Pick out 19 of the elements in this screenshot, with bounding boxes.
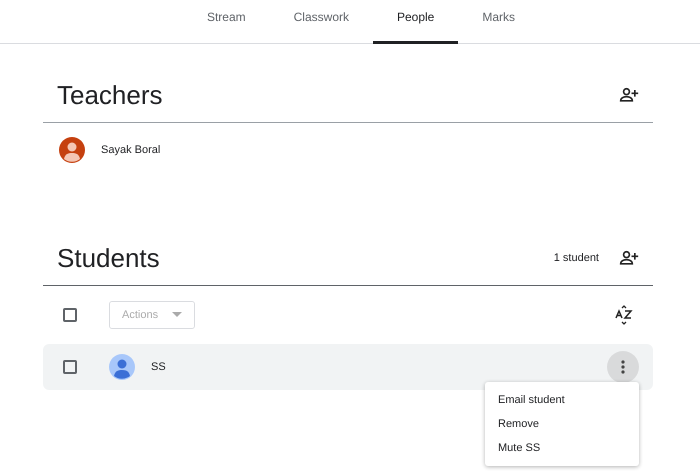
menu-item[interactable]: Email student — [485, 388, 639, 412]
avatar-icon — [59, 137, 85, 163]
section-title: Students — [57, 242, 160, 274]
tab[interactable]: Marks — [458, 0, 540, 44]
student-name: SS — [151, 361, 166, 373]
menu-item[interactable]: Remove — [485, 412, 639, 436]
menu-item[interactable]: Mute SS — [485, 436, 639, 460]
tab[interactable]: People — [372, 0, 458, 44]
tab[interactable]: Classwork — [270, 0, 373, 44]
avatar-icon — [109, 354, 135, 380]
section-title: Teachers — [57, 80, 162, 110]
more-icon[interactable] — [607, 351, 639, 383]
teacher-name: Sayak Boral — [101, 144, 160, 156]
checkbox[interactable] — [63, 308, 77, 322]
tab[interactable]: Stream — [182, 0, 270, 44]
caret-icon — [172, 312, 182, 318]
checkbox[interactable] — [63, 360, 77, 374]
student-count: 1 student — [554, 252, 599, 264]
sort-icon[interactable] — [615, 305, 633, 325]
